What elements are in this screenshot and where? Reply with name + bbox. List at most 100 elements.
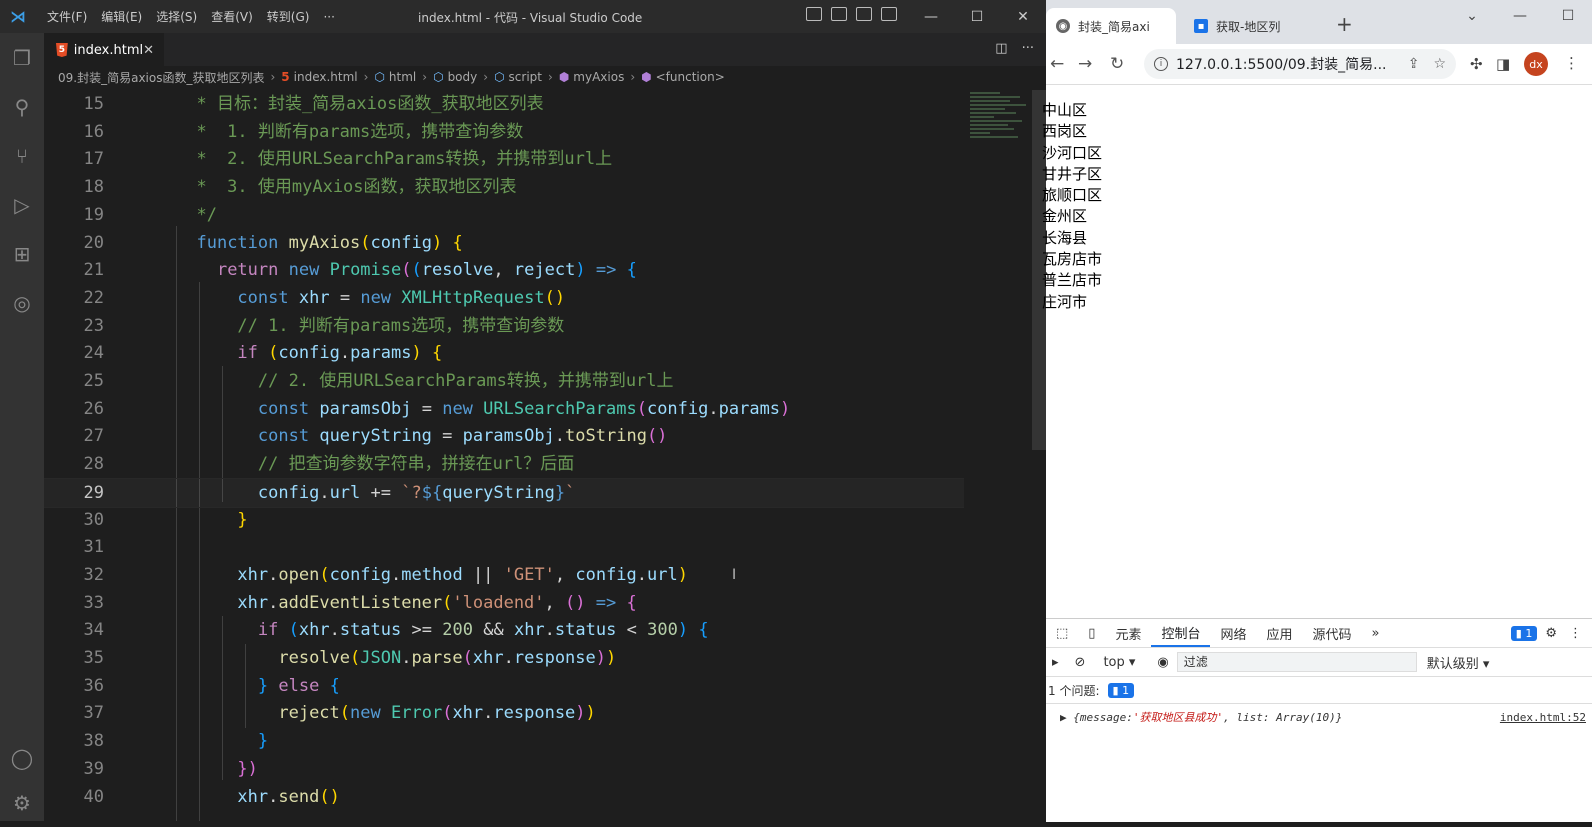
menu-file[interactable]: 文件(F)	[40, 8, 94, 25]
console-log-entry[interactable]: ▶ {message: '获取地区县成功' , list: Array(10)}…	[1046, 705, 1592, 729]
url-text[interactable]: 127.0.0.1:5500/09.封装_简易...	[1176, 54, 1386, 74]
remote-icon[interactable]: ◎	[0, 278, 44, 327]
code-text[interactable]: * 3. 使用myAxios函数，获取地区列表	[176, 173, 516, 201]
tab-index-html[interactable]: 5 index.html ✕	[44, 33, 164, 66]
tab-console[interactable]: 控制台	[1151, 619, 1211, 647]
code-text[interactable]: // 把查询参数字符串，拼接在url？后面	[176, 450, 574, 478]
tab-search-icon[interactable]: ⌄	[1448, 0, 1496, 32]
toggle-secondary-sidebar-icon[interactable]	[856, 7, 872, 21]
code-text[interactable]: const queryString = paramsObj.toString()	[176, 422, 668, 450]
new-tab-button[interactable]: +	[1336, 12, 1353, 36]
sidebar-toggle-icon[interactable]: ▸	[1052, 655, 1059, 670]
code-text[interactable]: } else {	[176, 672, 340, 700]
browser-tab-active[interactable]: ◉ 封装_简易axi	[1046, 8, 1176, 44]
share-icon[interactable]: ⇪	[1408, 56, 1420, 72]
account-icon[interactable]: ◯	[0, 733, 44, 782]
browser-tab-second[interactable]: ▪ 获取-地区列	[1184, 8, 1296, 44]
code-line[interactable]: 23 // 1. 判断有params选项，携带查询参数	[44, 312, 964, 340]
code-line[interactable]: 21 return new Promise((resolve, reject) …	[44, 256, 964, 284]
code-text[interactable]: })	[176, 755, 257, 783]
menu-more[interactable]: ···	[316, 10, 341, 24]
code-text[interactable]: // 1. 判断有params选项，携带查询参数	[176, 312, 564, 340]
log-source-link[interactable]: index.html:52	[1500, 711, 1586, 724]
code-line[interactable]: 25 // 2. 使用URLSearchParams转换，并携带到url上	[44, 367, 964, 395]
code-line[interactable]: 28 // 把查询参数字符串，拼接在url？后面	[44, 450, 964, 478]
code-editor[interactable]: 15 * 目标：封装_简易axios函数_获取地区列表 16 * 1. 判断有pa…	[44, 90, 1046, 821]
code-text[interactable]: }	[176, 727, 268, 755]
inspect-element-icon[interactable]: ⬚	[1046, 619, 1078, 647]
code-text[interactable]: }	[176, 506, 247, 534]
bookmark-star-icon[interactable]: ☆	[1433, 56, 1446, 72]
minimize-icon[interactable]: —	[1496, 0, 1544, 32]
issues-badge[interactable]: ▮ 1	[1510, 625, 1538, 641]
code-line[interactable]: 26 const paramsObj = new URLSearchParams…	[44, 395, 964, 423]
device-toolbar-icon[interactable]: ▯	[1078, 619, 1105, 647]
minimap[interactable]	[970, 90, 1032, 190]
search-icon[interactable]: ⚲	[0, 82, 44, 131]
forward-icon[interactable]: →	[1078, 54, 1092, 74]
code-text[interactable]: if (config.params) {	[176, 339, 442, 367]
clear-console-icon[interactable]: ⊘	[1075, 655, 1086, 670]
code-line[interactable]: 24 if (config.params) {	[44, 339, 964, 367]
code-text[interactable]: const xhr = new XMLHttpRequest()	[176, 284, 565, 312]
menu-view[interactable]: 查看(V)	[204, 8, 260, 25]
side-panel-icon[interactable]: ◨	[1496, 55, 1510, 73]
issues-count[interactable]: ▮ 1	[1107, 682, 1135, 698]
code-text[interactable]: if (xhr.status >= 200 && xhr.status < 30…	[176, 616, 709, 644]
maximize-icon[interactable]: ☐	[954, 0, 1000, 33]
code-text[interactable]: // 2. 使用URLSearchParams转换，并携带到url上	[176, 367, 674, 395]
tab-network[interactable]: 网络	[1210, 619, 1256, 647]
menu-go[interactable]: 转到(G)	[260, 8, 317, 25]
code-text[interactable]: * 目标：封装_简易axios函数_获取地区列表	[176, 90, 543, 118]
close-tab-icon[interactable]: ✕	[143, 43, 154, 58]
context-selector[interactable]: top ▾	[1103, 655, 1135, 670]
breadcrumb-file[interactable]: index.html	[294, 70, 358, 84]
code-line[interactable]: 37 reject(new Error(xhr.response))	[44, 699, 964, 727]
code-text[interactable]: */	[176, 201, 216, 229]
more-actions-icon[interactable]: ···	[1022, 41, 1034, 56]
source-control-icon[interactable]: ⑂	[0, 131, 44, 180]
breadcrumb-function[interactable]: <function>	[656, 70, 725, 84]
menu-selection[interactable]: 选择(S)	[149, 8, 204, 25]
tab-elements[interactable]: 元素	[1105, 619, 1151, 647]
code-text[interactable]: const paramsObj = new URLSearchParams(co…	[176, 395, 790, 423]
console-filter-input[interactable]: 过滤	[1176, 652, 1417, 672]
toggle-sidebar-icon[interactable]	[806, 7, 822, 21]
close-window-icon[interactable]: ✕	[1000, 0, 1046, 33]
code-line[interactable]: 33 xhr.addEventListener('loadend', () =>…	[44, 589, 964, 617]
code-line[interactable]: 38 }	[44, 727, 964, 755]
code-text[interactable]: * 2. 使用URLSearchParams转换，并携带到url上	[176, 145, 612, 173]
breadcrumb-script[interactable]: script	[509, 70, 542, 84]
code-line[interactable]: 39 })	[44, 755, 964, 783]
more-tabs-button[interactable]: »	[1362, 619, 1390, 647]
code-line[interactable]: 17 * 2. 使用URLSearchParams转换，并携带到url上	[44, 145, 964, 173]
run-debug-icon[interactable]: ▷	[0, 180, 44, 229]
code-line[interactable]: 15 * 目标：封装_简易axios函数_获取地区列表	[44, 90, 964, 118]
code-line[interactable]: 16 * 1. 判断有params选项，携带查询参数	[44, 118, 964, 146]
code-line[interactable]: 19 */	[44, 201, 964, 229]
address-bar[interactable]: i 127.0.0.1:5500/09.封装_简易... ⇪ ☆	[1144, 49, 1456, 79]
avatar[interactable]: dx	[1524, 52, 1548, 76]
explorer-icon[interactable]: ❐	[0, 33, 44, 82]
code-line[interactable]: 36 } else {	[44, 672, 964, 700]
tab-application[interactable]: 应用	[1257, 619, 1303, 647]
code-text[interactable]: reject(new Error(xhr.response))	[176, 699, 595, 727]
back-icon[interactable]: ←	[1050, 54, 1064, 74]
live-expression-eye-icon[interactable]: ◉	[1157, 655, 1168, 670]
breadcrumb-myaxios[interactable]: myAxios	[573, 70, 624, 84]
code-line[interactable]: 31	[44, 533, 964, 561]
toggle-panel-icon[interactable]	[831, 7, 847, 21]
code-text[interactable]: config.url += `?${queryString}`	[176, 479, 575, 507]
code-line[interactable]: 22 const xhr = new XMLHttpRequest()	[44, 284, 964, 312]
code-text[interactable]: xhr.open(config.method || 'GET', config.…	[176, 561, 688, 589]
customize-layout-icon[interactable]	[881, 7, 897, 21]
settings-gear-icon[interactable]: ⚙	[0, 778, 44, 827]
reload-icon[interactable]: ↻	[1110, 54, 1124, 74]
tab-sources[interactable]: 源代码	[1303, 619, 1362, 647]
minimize-icon[interactable]: —	[908, 0, 954, 33]
menu-edit[interactable]: 编辑(E)	[94, 8, 149, 25]
code-line[interactable]: 32 xhr.open(config.method || 'GET', conf…	[44, 561, 964, 589]
browser-menu-icon[interactable]: ⋮	[1564, 54, 1579, 72]
code-line[interactable]: 18 * 3. 使用myAxios函数，获取地区列表	[44, 173, 964, 201]
breadcrumb-folder[interactable]: 09.封装_简易axios函数_获取地区列表	[44, 69, 264, 86]
